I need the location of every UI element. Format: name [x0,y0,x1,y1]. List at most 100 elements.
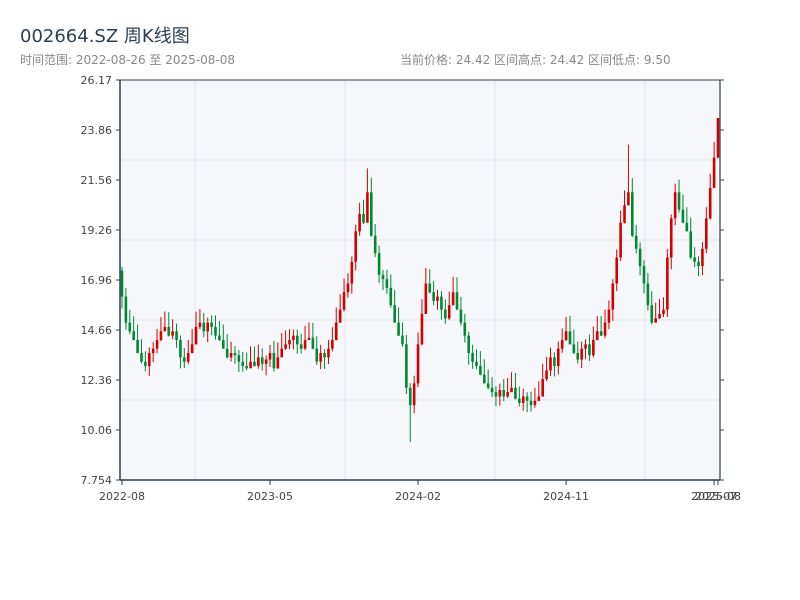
candle-body [479,366,482,375]
candle-body [463,322,467,336]
y-tick-label: 19.26 [81,224,113,237]
candle-body [229,353,233,358]
candle-body [705,218,708,249]
candle-body [151,348,155,354]
candle-body [303,339,307,349]
candle-body [120,270,124,297]
y-tick-label: 26.17 [81,74,113,87]
candle-body [525,396,529,401]
candle-body [202,322,206,332]
candle-body [280,348,284,358]
candle-body [627,192,630,206]
candle-body [502,389,506,397]
candle-body [685,222,689,232]
candle-body [611,283,615,310]
candle-body [712,157,716,188]
candle-body [358,214,361,232]
candle-body [132,331,135,340]
candle-body [681,209,685,223]
candle-body [440,296,443,310]
candle-body [662,309,665,314]
y-tick-label: 14.66 [81,324,113,337]
candle-body [592,339,595,356]
candle-body [467,335,470,354]
candle-body [490,387,494,393]
candle-body [537,396,541,401]
candle-body [405,344,408,388]
candle-body [299,344,303,349]
candle-body [412,383,416,406]
candlestick-chart: 26.17 23.86 21.56 19.26 16.96 14.66 12.36 10.06… [81,74,741,503]
x-tick-label: 2025-08 [695,490,741,503]
x-tick-label: 2024-02 [395,490,441,503]
candle-body [420,313,424,345]
candle-body [580,348,583,360]
candle-body [338,309,342,323]
plot-area [120,80,720,480]
candle-body [354,231,358,262]
candle-body [366,192,369,223]
x-tick-label: 2022-08 [99,490,145,503]
candle-body [428,283,432,293]
candle-body [194,326,198,345]
y-tick-label: 10.06 [81,424,113,437]
candle-body [397,322,400,336]
candle-body [136,339,139,354]
candle-body [673,192,677,219]
candle-body [225,348,229,358]
candle-body [471,353,474,362]
candle-body [444,309,447,319]
candle-body [210,322,213,327]
x-tick-label: 2024-11 [543,490,589,503]
candle-body [241,361,245,367]
candle-body [237,355,241,362]
candle-body [518,398,521,403]
candle-body [377,253,381,275]
candle-body [510,387,513,393]
candle-body [163,326,167,332]
x-tick-label: 2023-05 [247,490,293,503]
candle-body [658,313,661,319]
candle-body [482,374,486,384]
candle-body [389,287,393,306]
candle-body [708,187,712,219]
candle-body [533,400,537,406]
candle-body [292,335,295,340]
candle-body [576,353,580,360]
candle-body [315,348,319,362]
candle-body [198,322,202,327]
candle-body [584,344,587,349]
candle-body [334,322,338,340]
candle-body [214,326,217,336]
candle-body [432,292,435,301]
candle-body [370,192,373,236]
candle-body [268,353,272,360]
candle-body [311,337,315,349]
candle-body [124,296,128,323]
candle-body [171,331,174,336]
candle-body [385,279,389,288]
candle-body [646,283,650,306]
candle-body [631,192,634,236]
candle-body [331,339,334,349]
candle-body [362,214,365,223]
candle-body [408,387,412,406]
candle-body [206,322,209,332]
candle-body [693,257,696,262]
chart-window: 002664.SZ 周K线图 时间范围: 2022-08-26 至 2025-0… [0,0,800,600]
candle-body [147,353,151,367]
candle-body [556,348,560,367]
candle-body [342,292,346,310]
candle-body [677,192,681,210]
candle-body [288,339,291,345]
candle-body [260,357,264,364]
candle-body [175,331,178,340]
candle-body [455,292,459,310]
candle-body [541,379,545,397]
y-tick-label: 7.754 [81,474,113,487]
candle-body [249,361,252,369]
candle-body [615,257,619,284]
candle-body [155,339,159,349]
candle-body [159,331,163,340]
candle-body [669,218,673,258]
